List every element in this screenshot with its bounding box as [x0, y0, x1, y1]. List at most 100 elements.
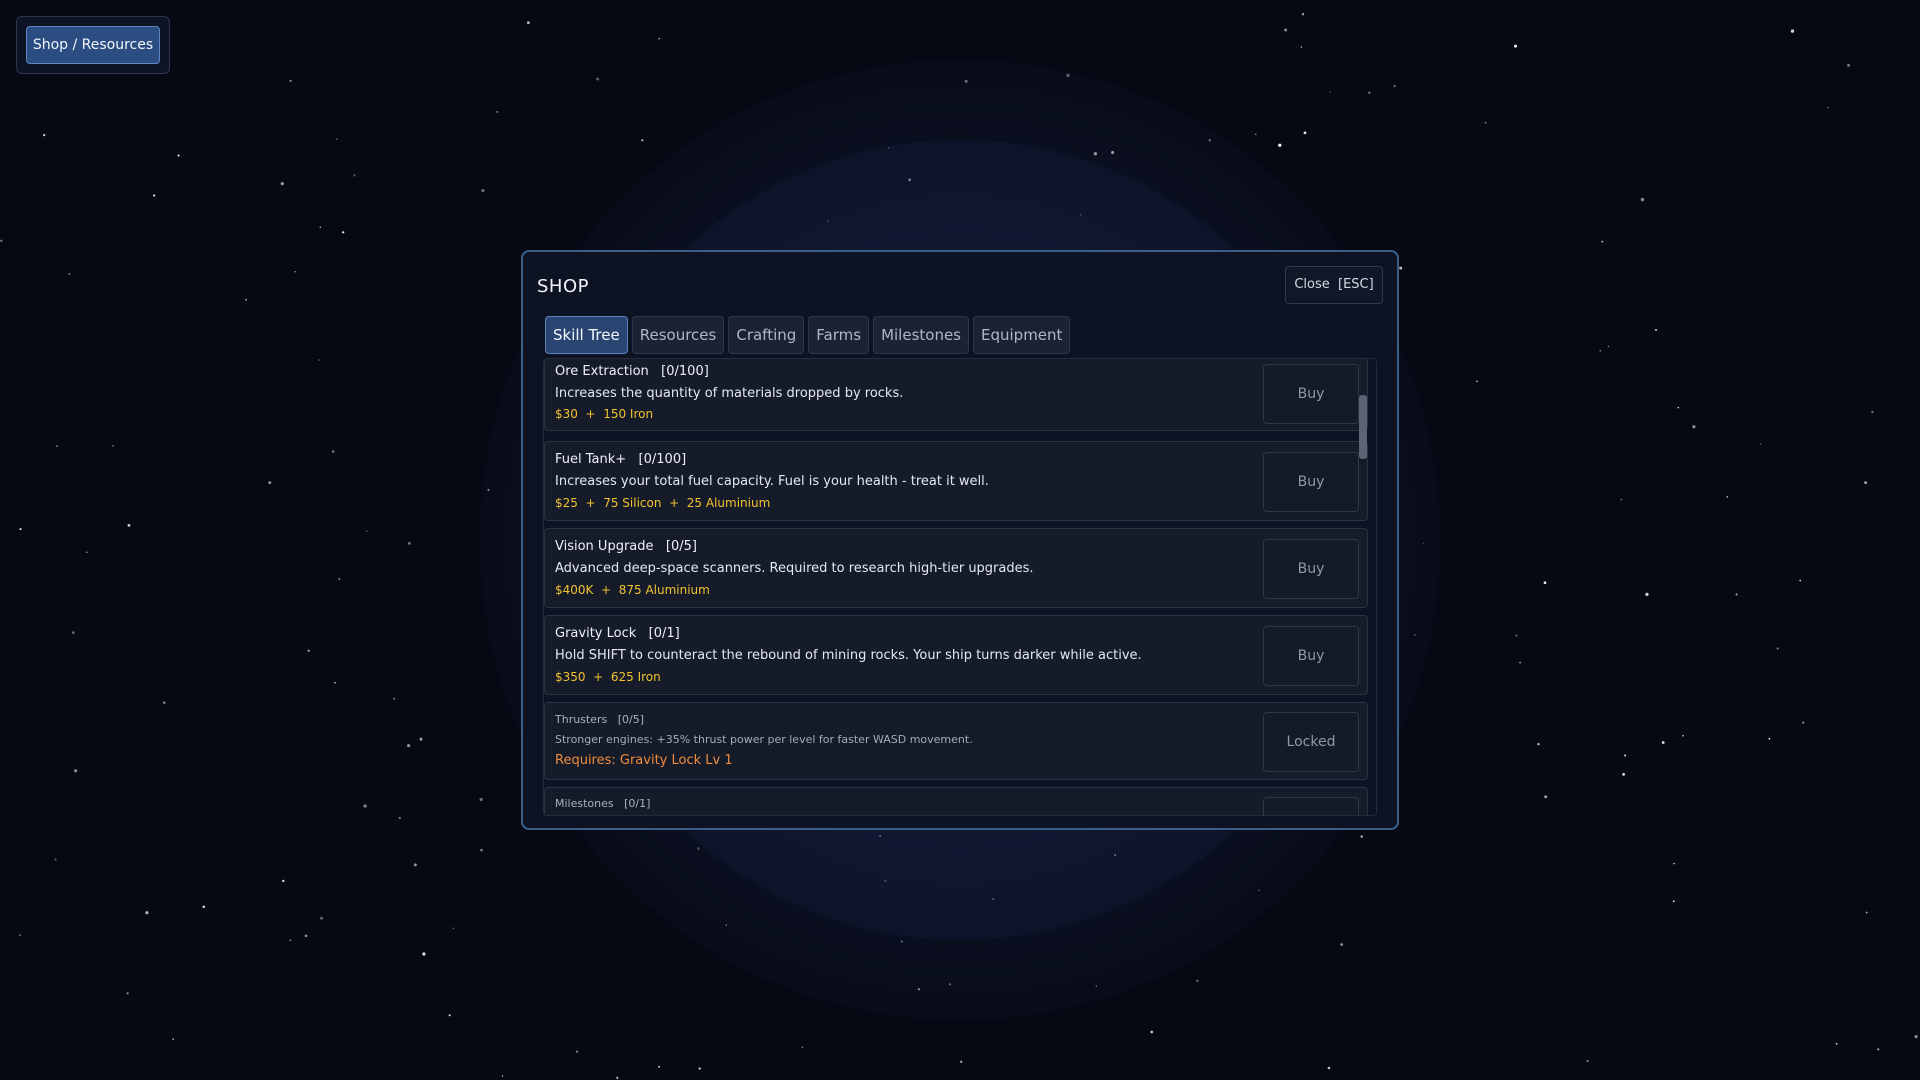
skill-name: Fuel Tank+ [0/100]: [555, 452, 687, 467]
shop-resources-button[interactable]: Shop / Resources: [26, 26, 160, 64]
star: [1768, 737, 1771, 740]
star: [1301, 12, 1305, 16]
star: [1835, 1042, 1838, 1045]
skill-description: Increases your total fuel capacity. Fuel…: [555, 474, 989, 489]
skill-item-fuel-tank: Fuel Tank+ [0/100] Increases your total …: [544, 441, 1368, 521]
buy-button[interactable]: Buy: [1263, 539, 1359, 599]
tab-equipment[interactable]: Equipment: [973, 316, 1071, 354]
star: [1543, 581, 1547, 585]
star: [268, 481, 272, 485]
locked-button[interactable]: Locked: [1263, 712, 1359, 772]
skill-description: Hold SHIFT to counteract the rebound of …: [555, 648, 1142, 663]
star: [452, 927, 455, 929]
star: [366, 530, 368, 532]
star: [245, 298, 247, 301]
star: [1877, 1048, 1880, 1051]
star: [481, 189, 485, 193]
star: [1255, 133, 1257, 135]
star: [318, 359, 320, 361]
star: [1726, 496, 1729, 498]
skill-name: Vision Upgrade [0/5]: [555, 539, 697, 554]
star: [1399, 266, 1403, 270]
buy-button[interactable]: Buy: [1263, 452, 1359, 512]
tab-farms[interactable]: Farms: [808, 316, 870, 354]
star: [1368, 91, 1371, 94]
star: [126, 992, 129, 995]
star: [163, 701, 166, 704]
star: [1672, 900, 1675, 903]
star: [363, 804, 367, 808]
star: [1871, 410, 1874, 414]
star: [480, 848, 483, 852]
star: [1476, 380, 1478, 383]
star: [307, 649, 310, 652]
skill-description: Advanced deep-space scanners. Required t…: [555, 561, 1034, 576]
star: [1300, 46, 1302, 48]
skill-item-vision-upgrade: Vision Upgrade [0/5] Advanced deep-space…: [544, 528, 1368, 608]
close-button[interactable]: Close [ESC]: [1285, 266, 1383, 304]
star: [1640, 197, 1645, 202]
star: [1864, 481, 1868, 485]
buy-button[interactable]: Buy: [1263, 364, 1359, 424]
star: [1692, 425, 1696, 429]
star: [43, 133, 46, 137]
star: [1620, 498, 1623, 501]
star: [1607, 345, 1610, 348]
tab-skill-tree[interactable]: Skill Tree: [545, 316, 628, 354]
star: [177, 154, 180, 157]
star: [658, 1065, 660, 1068]
star: [1624, 754, 1627, 757]
star: [496, 111, 498, 113]
star: [1654, 328, 1658, 331]
star: [801, 1046, 804, 1048]
star: [1196, 979, 1199, 982]
star: [1340, 943, 1344, 946]
star: [1515, 634, 1518, 637]
scrollbar-thumb[interactable]: [1359, 395, 1367, 459]
buy-button[interactable]: [1263, 797, 1359, 815]
tab-crafting[interactable]: Crafting: [728, 316, 805, 354]
scrollbar[interactable]: [1359, 367, 1367, 807]
skill-description: Increases the quantity of materials drop…: [555, 386, 904, 401]
star: [338, 578, 341, 580]
star: [1622, 773, 1625, 776]
star: [398, 816, 401, 820]
star: [1914, 1035, 1918, 1039]
skill-name: Gravity Lock [0/1]: [555, 626, 680, 641]
shop-title: SHOP: [537, 276, 589, 297]
tab-milestones[interactable]: Milestones: [873, 316, 969, 354]
skill-cost: $25 + 75 Silicon + 25 Aluminium: [555, 496, 771, 510]
skill-requirement: Requires: Gravity Lock Lv 1: [555, 753, 733, 768]
star: [336, 138, 338, 140]
star: [501, 1075, 504, 1077]
star: [419, 737, 423, 741]
star: [320, 916, 324, 920]
star: [1586, 1060, 1589, 1063]
tab-resources[interactable]: Resources: [631, 316, 725, 354]
star: [448, 1014, 451, 1017]
star: [74, 769, 78, 773]
star: [202, 905, 206, 908]
star: [342, 231, 345, 234]
star: [1776, 647, 1779, 650]
star: [1519, 661, 1521, 664]
star: [1682, 735, 1684, 737]
buy-button[interactable]: Buy: [1263, 626, 1359, 686]
skill-list[interactable]: Ore Extraction [0/100] Increases the qua…: [543, 358, 1377, 816]
skill-cost: $30 + 150 Iron: [555, 407, 654, 421]
star: [575, 1050, 579, 1053]
star: [1799, 579, 1802, 582]
star: [56, 445, 58, 447]
star: [960, 1060, 963, 1063]
star: [304, 934, 308, 938]
star: [1790, 29, 1795, 33]
star: [1537, 742, 1540, 746]
star: [1544, 795, 1548, 799]
skill-cost: $350 + 625 Iron: [555, 670, 661, 684]
star: [280, 181, 284, 186]
skill-item-ore-extraction: Ore Extraction [0/100] Increases the qua…: [544, 359, 1368, 431]
star: [658, 37, 660, 40]
star: [1865, 911, 1868, 914]
skill-description: Stronger engines: +35% thrust power per …: [555, 733, 973, 746]
star: [294, 271, 296, 273]
